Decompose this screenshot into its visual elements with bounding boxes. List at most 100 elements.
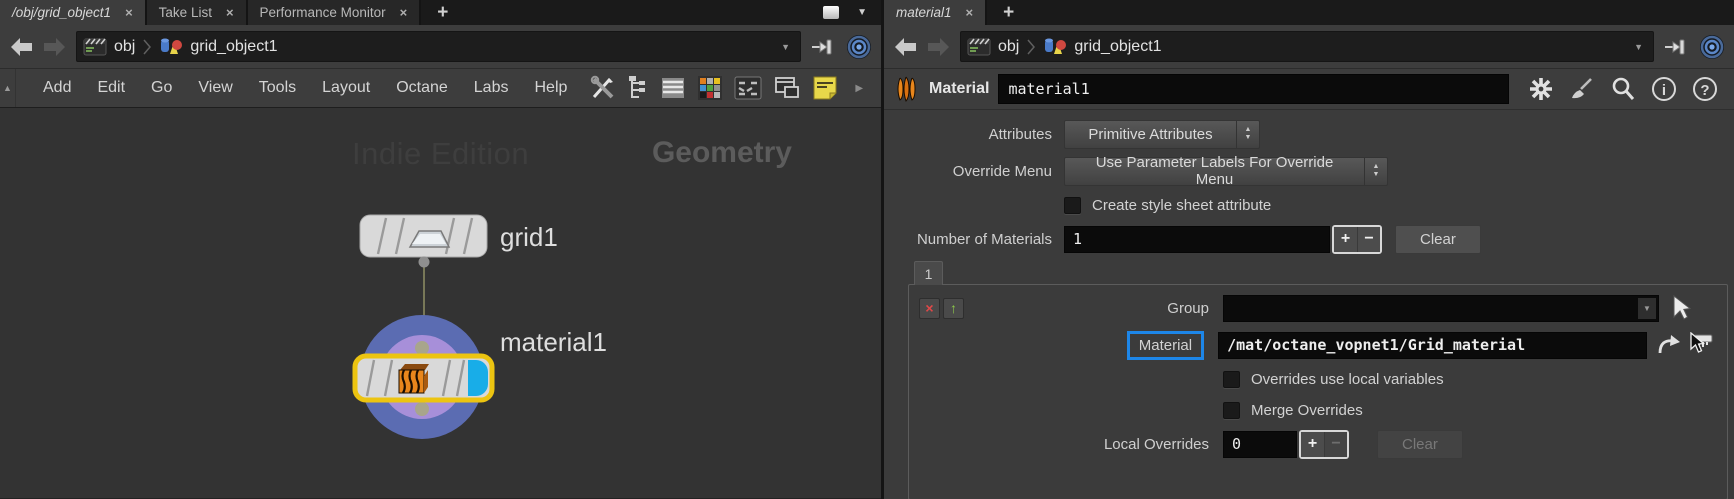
node-grid1[interactable] — [360, 215, 487, 268]
toolbar-overflow-icon[interactable]: ▶ — [855, 83, 863, 94]
path-dropdown-icon[interactable]: ▼ — [781, 42, 794, 52]
brush-icon[interactable] — [1569, 76, 1595, 102]
menu-edit[interactable]: Edit — [84, 79, 138, 97]
remove-material-button[interactable]: − — [1357, 227, 1380, 252]
breadcrumb-node[interactable]: grid_object1 — [1074, 38, 1161, 56]
tab-obj-grid-object1[interactable]: /obj/grid_object1 × — [0, 0, 147, 25]
checkbox-label: Create style sheet attribute — [1092, 197, 1271, 214]
search-icon[interactable] — [1610, 76, 1636, 102]
delete-instance-button[interactable]: × — [919, 298, 940, 319]
color-palette-icon[interactable] — [697, 75, 723, 101]
dropdown-spinner-icon[interactable]: ▲ ▼ — [1364, 158, 1387, 185]
back-button-icon[interactable] — [8, 36, 35, 58]
menu-layout[interactable]: Layout — [309, 79, 383, 97]
new-tab-button[interactable]: + — [421, 0, 464, 25]
multiparm-buttons: + − — [1332, 225, 1382, 254]
local-overrides-input[interactable]: 0 — [1223, 431, 1297, 458]
editor-edge-toggle[interactable]: ▲ — [0, 69, 16, 107]
tree-view-icon[interactable] — [627, 75, 649, 101]
tab-performance-monitor[interactable]: Performance Monitor × — [248, 0, 422, 25]
param-row-override-menu: Override Menu Use Parameter Labels For O… — [884, 156, 1734, 186]
material-node-icon[interactable] — [894, 76, 920, 102]
path-bar-icons — [1662, 33, 1726, 61]
sticky-note-icon[interactable] — [812, 75, 838, 101]
menu-add[interactable]: Add — [30, 79, 84, 97]
forward-button-icon[interactable] — [41, 36, 68, 58]
gear-icon[interactable] — [1528, 76, 1554, 102]
clear-materials-button[interactable]: Clear — [1395, 225, 1481, 254]
tab-take-list[interactable]: Take List × — [147, 0, 248, 25]
obj-manager-icon — [967, 36, 991, 58]
group-dropdown-icon[interactable]: ▼ — [1638, 298, 1656, 319]
windows-cascade-icon[interactable] — [773, 75, 801, 101]
node-output-connector[interactable] — [415, 402, 429, 416]
attributes-dropdown[interactable]: Primitive Attributes ▲ ▼ — [1064, 120, 1260, 149]
node-label-material1[interactable]: material1 — [500, 327, 607, 358]
menu-help[interactable]: Help — [521, 79, 580, 97]
close-icon[interactable]: × — [966, 5, 974, 20]
breadcrumb-root[interactable]: obj — [114, 38, 135, 56]
num-materials-input[interactable]: 1 — [1064, 226, 1330, 253]
path-dropdown-icon[interactable]: ▼ — [1634, 42, 1647, 52]
layout-nodes-icon[interactable] — [734, 75, 762, 101]
style-sheet-checkbox[interactable] — [1064, 197, 1081, 214]
group-input[interactable] — [1223, 295, 1659, 322]
param-row-num-materials: Number of Materials 1 + − Clear — [884, 224, 1734, 254]
pin-icon[interactable] — [1662, 34, 1690, 60]
info-icon[interactable]: i — [1651, 76, 1677, 102]
breadcrumb-root[interactable]: obj — [998, 38, 1019, 56]
material-instance-tab[interactable]: 1 — [914, 261, 943, 285]
list-view-icon[interactable] — [660, 75, 686, 101]
maximize-pane-icon[interactable] — [823, 6, 839, 19]
pin-icon[interactable] — [809, 34, 837, 60]
node-material1[interactable] — [355, 315, 492, 439]
spin-up-icon: ▲ — [1373, 163, 1380, 171]
menu-go[interactable]: Go — [138, 79, 185, 97]
insert-instance-button[interactable]: ↑ — [943, 298, 964, 319]
param-row-attributes: Attributes Primitive Attributes ▲ ▼ — [884, 119, 1734, 149]
new-tab-button[interactable]: + — [987, 0, 1030, 25]
menus: Add Edit Go View Tools Layout Octane Lab… — [30, 79, 580, 97]
dropdown-spinner-icon[interactable]: ▲ ▼ — [1236, 121, 1259, 148]
back-button-icon[interactable] — [892, 36, 919, 58]
parameters-pane: material1 × + obj — [884, 0, 1734, 499]
node-label-grid1[interactable]: grid1 — [500, 222, 558, 253]
node-input-connector[interactable] — [415, 341, 429, 355]
pane-controls: ▼ — [823, 0, 881, 25]
add-override-button[interactable]: + — [1301, 432, 1324, 457]
add-material-button[interactable]: + — [1334, 227, 1357, 252]
forward-button-icon[interactable] — [925, 36, 952, 58]
follow-selection-icon[interactable] — [1698, 33, 1726, 61]
close-icon[interactable]: × — [226, 5, 234, 20]
node-name-input[interactable]: material1 — [998, 74, 1509, 104]
menu-tools[interactable]: Tools — [246, 79, 309, 97]
path-field[interactable]: obj grid_object1 ▼ — [76, 31, 801, 62]
breadcrumb-separator — [142, 36, 152, 58]
houdini-window: /obj/grid_object1 × Take List × Performa… — [0, 0, 1734, 499]
help-icon[interactable]: ? — [1692, 76, 1718, 102]
jump-to-operator-icon[interactable] — [1657, 333, 1683, 357]
override-menu-dropdown[interactable]: Use Parameter Labels For Override Menu ▲… — [1064, 157, 1388, 186]
tab-material1[interactable]: material1 × — [884, 0, 987, 25]
menu-labs[interactable]: Labs — [461, 79, 522, 97]
breadcrumb-node[interactable]: grid_object1 — [190, 38, 277, 56]
pane-menu-icon[interactable]: ▼ — [857, 7, 867, 18]
follow-selection-icon[interactable] — [845, 33, 873, 61]
close-icon[interactable]: × — [400, 5, 408, 20]
menu-octane[interactable]: Octane — [383, 79, 461, 97]
menu-view[interactable]: View — [185, 79, 245, 97]
close-icon[interactable]: × — [125, 5, 133, 20]
tools-icon[interactable] — [590, 75, 616, 101]
collapse-arrow-icon: ▲ — [3, 83, 12, 93]
checkbox-label: Merge Overrides — [1251, 402, 1363, 419]
overrides-local-checkbox[interactable] — [1223, 371, 1240, 388]
path-field[interactable]: obj grid_object1 ▼ — [960, 31, 1654, 62]
merge-overrides-checkbox[interactable] — [1223, 402, 1240, 419]
material-path-input[interactable]: /mat/octane_vopnet1/Grid_material — [1218, 332, 1647, 359]
remove-override-button[interactable]: − — [1324, 432, 1347, 457]
node-output-connector[interactable] — [419, 257, 430, 268]
reselect-geometry-icon[interactable] — [1669, 295, 1693, 321]
param-label: Override Menu — [884, 163, 1052, 180]
network-canvas[interactable]: Indie Edition Geometry — [0, 108, 881, 498]
node-type-label: Material — [929, 80, 989, 98]
